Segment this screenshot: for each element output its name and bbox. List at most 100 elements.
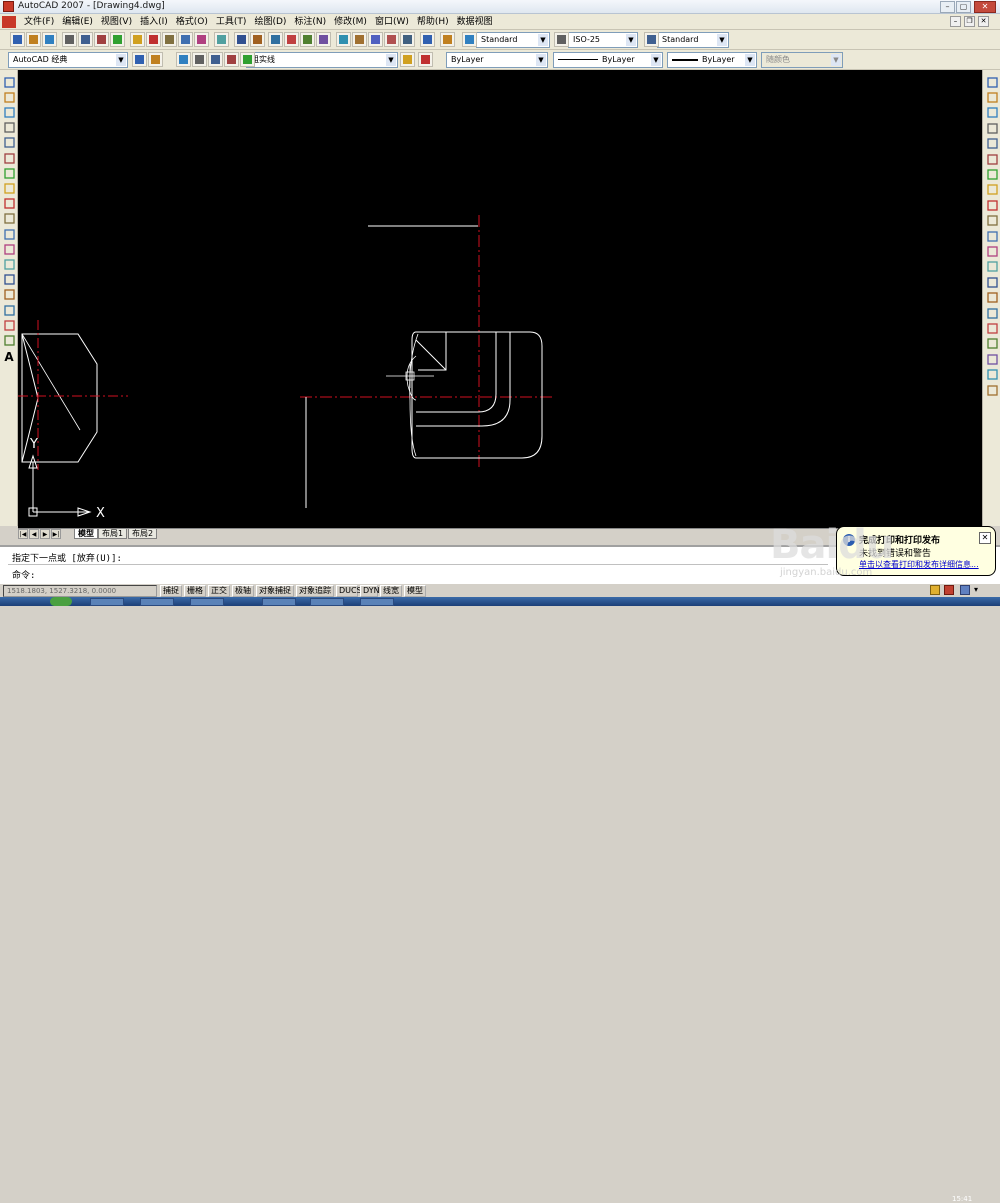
layer-tool-icon-0[interactable] <box>132 52 147 67</box>
communication-center-icon[interactable] <box>960 585 970 595</box>
draw-tool-icon-7[interactable] <box>2 181 16 195</box>
taskbar-item[interactable] <box>140 598 174 606</box>
drawing-canvas[interactable]: Y X <box>18 70 982 528</box>
menu-item-1[interactable]: 编辑(E) <box>58 16 97 28</box>
plotstyle-combo[interactable]: 随颜色 ▼ <box>761 52 843 68</box>
modify-tool-icon-18[interactable] <box>985 352 999 366</box>
standard-tool-icon-26[interactable] <box>462 32 477 47</box>
standard-tool-icon-25[interactable] <box>440 32 455 47</box>
modify-tool-icon-6[interactable] <box>985 167 999 181</box>
balloon-close-button[interactable]: ✕ <box>979 532 991 544</box>
layer-tool-icon-4[interactable] <box>208 52 223 67</box>
draw-tool-icon-0[interactable] <box>2 75 16 89</box>
table-style-combo[interactable]: Standard ▼ <box>657 32 729 48</box>
tab-layout1[interactable]: 布局1 <box>98 529 128 539</box>
draw-tool-icon-2[interactable] <box>2 105 16 119</box>
standard-tool-icon-27[interactable] <box>554 32 569 47</box>
menu-item-11[interactable]: 数据视图 <box>453 16 497 28</box>
standard-tool-icon-23[interactable] <box>400 32 415 47</box>
layer-combo[interactable]: 粗实线 ▼ <box>246 52 398 68</box>
modify-tool-icon-16[interactable] <box>985 321 999 335</box>
taskbar-item[interactable] <box>310 598 344 606</box>
layer-tool-icon-6[interactable] <box>240 52 255 67</box>
modify-tool-icon-7[interactable] <box>985 183 999 197</box>
status-toggle-5[interactable]: 对象追踪 <box>296 585 334 597</box>
text-style-combo[interactable]: Standard ▼ <box>476 32 550 48</box>
tab-model[interactable]: 模型 <box>74 529 98 539</box>
modify-tool-icon-1[interactable] <box>985 90 999 104</box>
status-toggle-3[interactable]: 极轴 <box>232 585 254 597</box>
standard-tool-icon-28[interactable] <box>644 32 659 47</box>
modify-tool-icon-15[interactable] <box>985 306 999 320</box>
standard-tool-icon-17[interactable] <box>300 32 315 47</box>
modify-tool-icon-5[interactable] <box>985 152 999 166</box>
standard-tool-icon-19[interactable] <box>336 32 351 47</box>
standard-tool-icon-3[interactable] <box>62 32 77 47</box>
menu-item-9[interactable]: 窗口(W) <box>371 16 413 28</box>
plot-status-icon[interactable] <box>944 585 954 595</box>
draw-tool-icon-6[interactable] <box>2 166 16 180</box>
standard-tool-icon-2[interactable] <box>42 32 57 47</box>
status-toggle-4[interactable]: 对象捕捉 <box>256 585 294 597</box>
status-toggle-8[interactable]: 线宽 <box>380 585 402 597</box>
taskbar-item[interactable] <box>262 598 296 606</box>
draw-tool-icon-14[interactable] <box>2 288 16 302</box>
document-icon[interactable] <box>2 16 16 28</box>
dim-style-combo[interactable]: ISO-25 ▼ <box>568 32 638 48</box>
menu-item-8[interactable]: 修改(M) <box>330 16 371 28</box>
layer-tool-icon-3[interactable] <box>192 52 207 67</box>
tab-layout2[interactable]: 布局2 <box>128 529 158 539</box>
lock-icon[interactable] <box>930 585 940 595</box>
menu-item-2[interactable]: 视图(V) <box>97 16 136 28</box>
modify-tool-icon-2[interactable] <box>985 106 999 120</box>
standard-tool-icon-9[interactable] <box>162 32 177 47</box>
draw-tool-icon-16[interactable] <box>2 318 16 332</box>
status-toggle-2[interactable]: 正交 <box>208 585 230 597</box>
draw-tool-icon-11[interactable] <box>2 242 16 256</box>
draw-tool-icon-9[interactable] <box>2 212 16 226</box>
modify-tool-icon-17[interactable] <box>985 337 999 351</box>
statusbar-menu-icon[interactable]: ▾ <box>974 585 978 594</box>
modify-tool-icon-14[interactable] <box>985 291 999 305</box>
draw-tool-icon-10[interactable] <box>2 227 16 241</box>
doc-minimize-button[interactable]: – <box>950 16 961 27</box>
modify-tool-icon-3[interactable] <box>985 121 999 135</box>
doc-restore-button[interactable]: ❐ <box>964 16 975 27</box>
linetype-combo[interactable]: ByLayer ▼ <box>553 52 663 68</box>
layer-tool-icon-1[interactable] <box>148 52 163 67</box>
taskbar-item[interactable] <box>190 598 224 606</box>
start-orb-icon[interactable] <box>50 597 72 606</box>
standard-tool-icon-11[interactable] <box>194 32 209 47</box>
modify-tool-icon-19[interactable] <box>985 368 999 382</box>
tab-next-button[interactable]: ▶ <box>40 529 50 539</box>
layer-tool-icon-7[interactable] <box>400 52 415 67</box>
maximize-button[interactable]: ▢ <box>956 1 971 13</box>
standard-tool-icon-22[interactable] <box>384 32 399 47</box>
tab-first-button[interactable]: |◀ <box>18 529 28 539</box>
standard-tool-icon-15[interactable] <box>268 32 283 47</box>
taskbar-item[interactable] <box>360 598 394 606</box>
standard-tool-icon-24[interactable] <box>420 32 435 47</box>
draw-tool-icon-12[interactable] <box>2 257 16 271</box>
tab-last-button[interactable]: ▶| <box>51 529 61 539</box>
modify-tool-icon-0[interactable] <box>985 75 999 89</box>
draw-tool-icon-8[interactable] <box>2 197 16 211</box>
color-combo[interactable]: ByLayer ▼ <box>446 52 548 68</box>
menu-item-6[interactable]: 绘图(D) <box>250 16 290 28</box>
command-prompt[interactable]: 命令: <box>12 568 35 581</box>
menu-item-7[interactable]: 标注(N) <box>290 16 330 28</box>
modify-tool-icon-4[interactable] <box>985 137 999 151</box>
draw-tool-icon-4[interactable] <box>2 136 16 150</box>
standard-tool-icon-10[interactable] <box>178 32 193 47</box>
standard-tool-icon-0[interactable] <box>10 32 25 47</box>
menu-item-5[interactable]: 工具(T) <box>212 16 251 28</box>
standard-tool-icon-8[interactable] <box>146 32 161 47</box>
standard-tool-icon-5[interactable] <box>94 32 109 47</box>
status-toggle-9[interactable]: 模型 <box>404 585 426 597</box>
modify-tool-icon-11[interactable] <box>985 244 999 258</box>
workspace-combo[interactable]: AutoCAD 经典 ▼ <box>8 52 128 68</box>
standard-tool-icon-21[interactable] <box>368 32 383 47</box>
standard-tool-icon-16[interactable] <box>284 32 299 47</box>
standard-tool-icon-1[interactable] <box>26 32 41 47</box>
status-toggle-1[interactable]: 栅格 <box>184 585 206 597</box>
